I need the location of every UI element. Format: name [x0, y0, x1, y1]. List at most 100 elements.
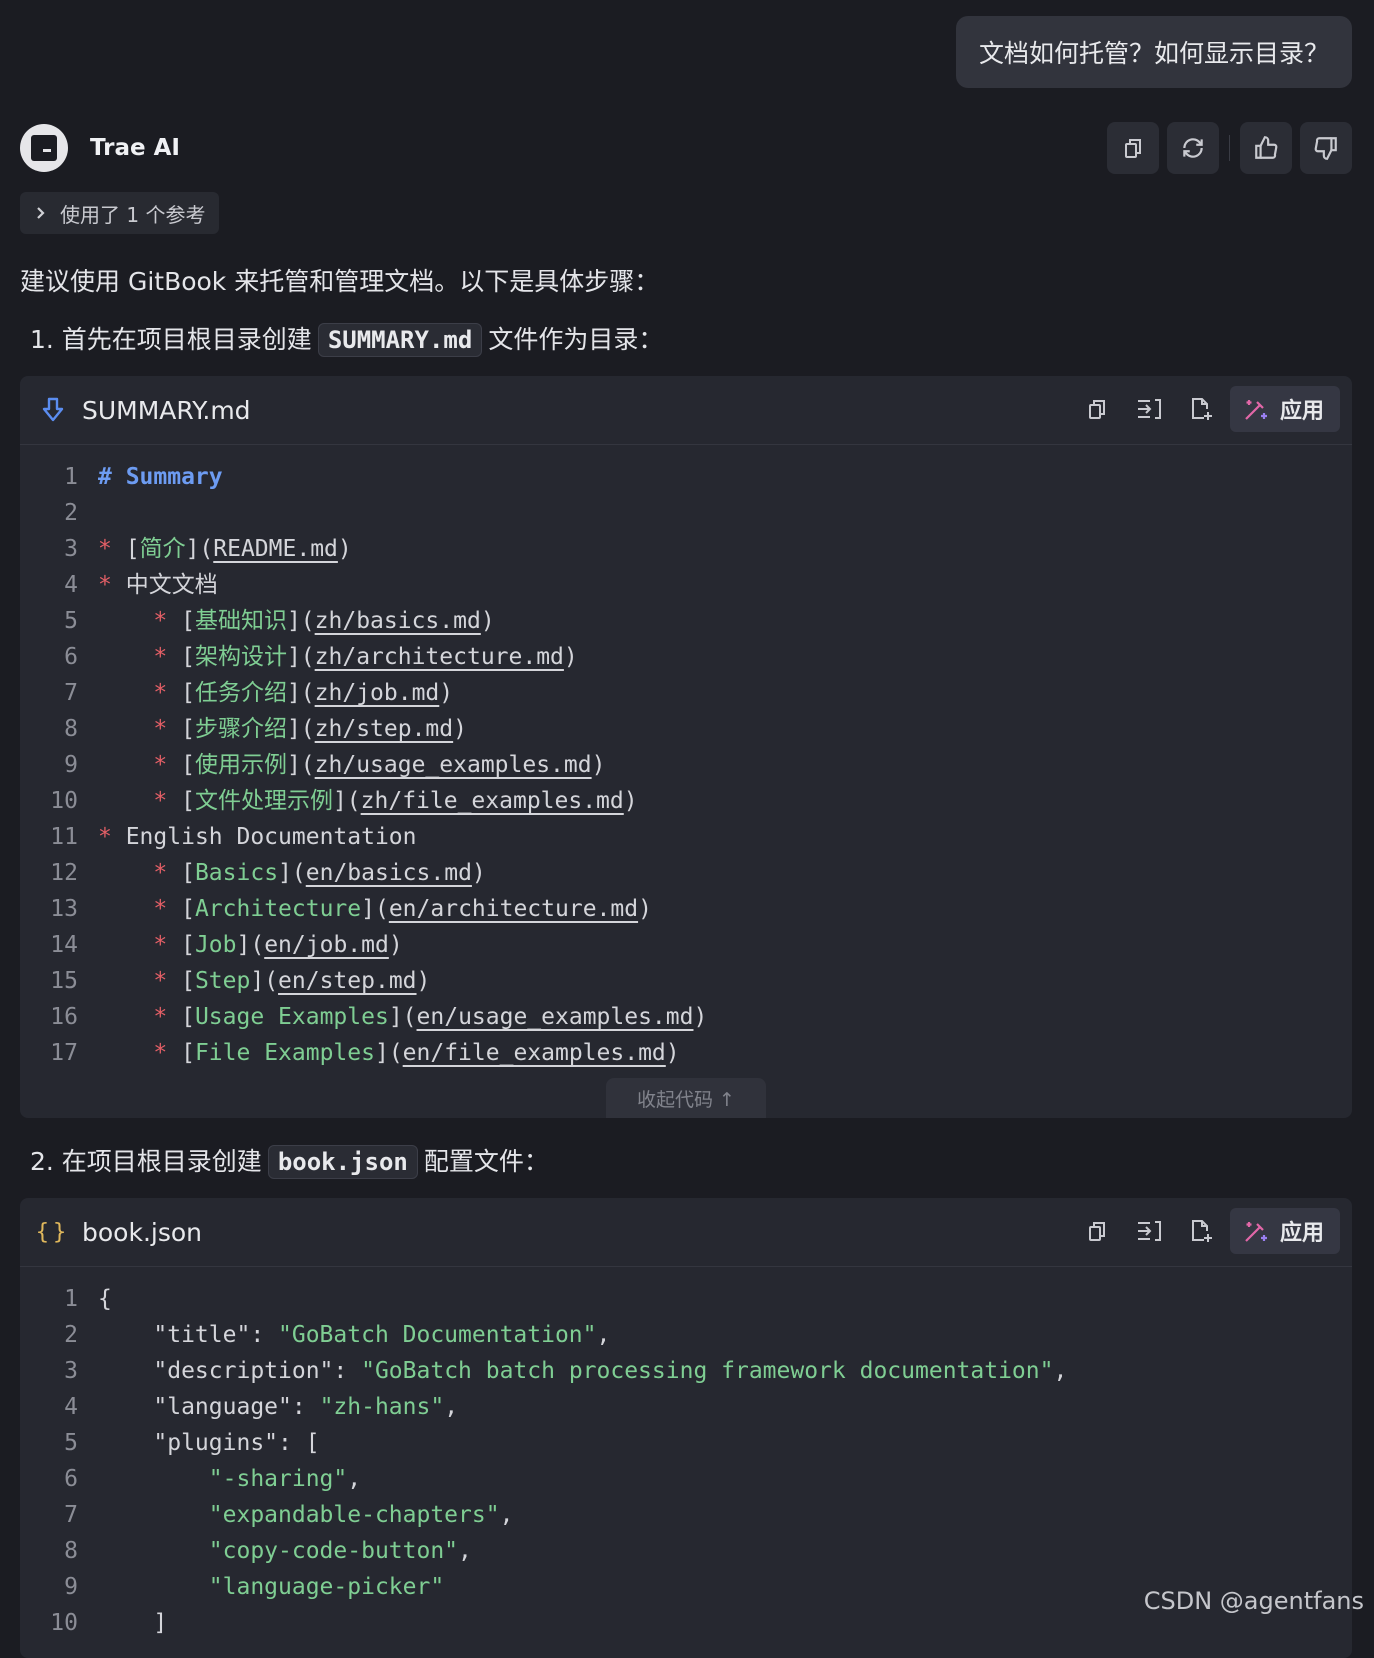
chevron-right-icon	[37, 207, 45, 219]
code-line: 8 * [步骤介绍](zh/step.md)	[20, 711, 1352, 747]
line-number: 7	[64, 680, 78, 706]
line-source: * [Basics](en/basics.md)	[98, 860, 486, 886]
new-file-icon	[1191, 1220, 1212, 1242]
apply-label: 应用	[1279, 399, 1324, 424]
assistant-name: Trae AI	[90, 135, 180, 161]
step-2-prefix: 2. 在项目根目录创建	[30, 1147, 262, 1176]
references-label: 使用了 1 个参考	[60, 202, 206, 227]
code-line: 8 "copy-code-button",	[20, 1533, 1352, 1569]
code-line: 17 * [File Examples](en/file_examples.md…	[20, 1035, 1352, 1071]
line-number: 4	[64, 1394, 78, 1420]
code-line: 7 * [任务介绍](zh/job.md)	[20, 675, 1352, 711]
code-line: 5 "plugins": [	[20, 1425, 1352, 1461]
regenerate-button[interactable]	[1167, 122, 1219, 174]
assistant-avatar	[20, 124, 68, 172]
line-number: 9	[64, 1574, 78, 1600]
apply-label: 应用	[1279, 1221, 1324, 1246]
line-source: "expandable-chapters",	[208, 1502, 514, 1528]
line-number: 5	[64, 608, 78, 634]
code-line: 13 * [Architecture](en/architecture.md)	[20, 891, 1352, 927]
insert-code-button[interactable]	[1126, 386, 1172, 432]
line-source: # Summary	[98, 464, 223, 490]
line-source: * [简介](README.md)	[98, 536, 352, 562]
inline-code-book-json: book.json	[267, 1145, 418, 1179]
actions-divider	[1229, 135, 1230, 161]
step-2-text: 2. 在项目根目录创建 book.json 配置文件：	[30, 1142, 549, 1179]
line-number: 13	[50, 896, 78, 922]
line-number: 8	[64, 716, 78, 742]
line-source: "language": "zh-hans",	[98, 1394, 459, 1420]
line-source: * [使用示例](zh/usage_examples.md)	[98, 752, 606, 778]
references-toggle[interactable]: 使用了 1 个参考	[20, 192, 220, 234]
line-number: 7	[64, 1502, 78, 1528]
code-line: 3 "description": "GoBatch batch processi…	[20, 1353, 1352, 1389]
copy-code-button[interactable]	[1074, 1208, 1120, 1254]
line-number: 6	[64, 1466, 78, 1492]
download-arrow-icon	[38, 397, 68, 423]
line-number: 14	[50, 932, 78, 958]
code-line: 2 "title": "GoBatch Documentation",	[20, 1317, 1352, 1353]
line-number: 2	[64, 1322, 78, 1348]
user-message-text: 文档如何托管？如何显示目录？	[978, 39, 1329, 68]
code-block-header: SUMMARY.md 应用	[20, 376, 1352, 445]
line-number: 9	[64, 752, 78, 778]
code-line: 11 * English Documentation	[20, 819, 1352, 855]
line-source: "title": "GoBatch Documentation",	[98, 1322, 611, 1348]
line-source: * [步骤介绍](zh/step.md)	[98, 716, 467, 742]
apply-button[interactable]: 应用	[1229, 1208, 1340, 1254]
code-line: 3 * [简介](README.md)	[20, 531, 1352, 567]
braces-icon: {}	[35, 1219, 71, 1245]
code-block-summary: SUMMARY.md 应用 1 # Summary 2 3 * [简介](README.…	[20, 376, 1352, 1118]
step-1-text: 1. 首先在项目根目录创建 SUMMARY.md 文件作为目录：	[30, 320, 663, 357]
new-file-button[interactable]	[1178, 1208, 1224, 1254]
insert-code-button[interactable]	[1126, 1208, 1172, 1254]
code-line: 1{	[20, 1281, 1352, 1317]
line-number: 12	[50, 860, 78, 886]
line-number: 8	[64, 1538, 78, 1564]
line-source: * [Architecture](en/architecture.md)	[98, 896, 652, 922]
code-line: 7 "expandable-chapters",	[20, 1497, 1352, 1533]
line-number: 16	[50, 1004, 78, 1030]
line-source: * [基础知识](zh/basics.md)	[98, 608, 495, 634]
code-line: 9 * [使用示例](zh/usage_examples.md)	[20, 747, 1352, 783]
code-line: 16 * [Usage Examples](en/usage_examples.…	[20, 999, 1352, 1035]
intro-paragraph: 建议使用 GitBook 来托管和管理文档。以下是具体步骤：	[20, 267, 660, 296]
line-source: * [File Examples](en/file_examples.md)	[98, 1040, 680, 1066]
code-line: 12 * [Basics](en/basics.md)	[20, 855, 1352, 891]
step-1-suffix: 文件作为目录：	[488, 325, 664, 354]
code-line: 6 * [架构设计](zh/architecture.md)	[20, 639, 1352, 675]
thumbs-down-button[interactable]	[1300, 122, 1352, 174]
inline-code-summary: SUMMARY.md	[317, 323, 483, 357]
code-content[interactable]: 1 # Summary 2 3 * [简介](README.md) 4 * 中文文档 5 * …	[20, 445, 1352, 1071]
line-source: * [Usage Examples](en/usage_examples.md)	[98, 1004, 708, 1030]
line-source: * [Step](en/step.md)	[98, 968, 431, 994]
copy-message-button[interactable]	[1107, 122, 1159, 174]
code-line: 2	[20, 495, 1352, 531]
collapse-code-button[interactable]: 收起代码 ↑	[606, 1078, 766, 1118]
copy-icon	[1088, 400, 1105, 419]
code-content[interactable]: 1{2 "title": "GoBatch Documentation", 3 "…	[20, 1267, 1352, 1641]
line-source: * [文件处理示例](zh/file_examples.md)	[98, 788, 638, 814]
line-number: 6	[64, 644, 78, 670]
line-number: 10	[50, 1610, 78, 1636]
step-2-suffix: 配置文件：	[423, 1147, 549, 1176]
code-line: 15 * [Step](en/step.md)	[20, 963, 1352, 999]
code-line: 14 * [Job](en/job.md)	[20, 927, 1352, 963]
line-number: 3	[64, 536, 78, 562]
line-source: "plugins": [	[98, 1430, 320, 1456]
copy-code-button[interactable]	[1074, 386, 1120, 432]
line-number: 3	[64, 1358, 78, 1384]
line-source: * [Job](en/job.md)	[98, 932, 403, 958]
code-line: 4 * 中文文档	[20, 567, 1352, 603]
thumbs-up-button[interactable]	[1240, 122, 1292, 174]
line-number: 11	[50, 824, 78, 850]
new-file-button[interactable]	[1178, 386, 1224, 432]
copy-icon	[1125, 139, 1141, 158]
apply-button[interactable]: 应用	[1229, 386, 1340, 432]
magic-wand-icon	[1245, 1222, 1267, 1242]
copy-icon	[1088, 1222, 1105, 1241]
assistant-header: Trae AI	[20, 124, 180, 172]
line-source: * [任务介绍](zh/job.md)	[98, 680, 454, 706]
insert-icon	[1137, 399, 1161, 419]
code-file-name: book.json	[82, 1217, 202, 1247]
